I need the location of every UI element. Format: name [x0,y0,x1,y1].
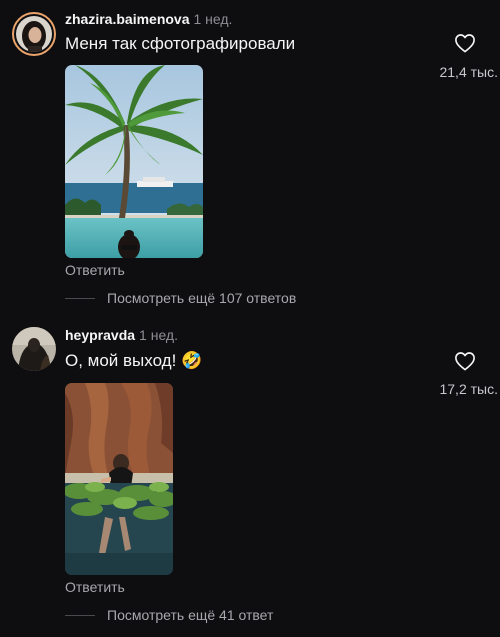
like-count: 21,4 тыс. [439,64,498,80]
avatar[interactable] [12,12,56,56]
reply-button[interactable]: Ответить [65,579,125,595]
view-replies-button[interactable]: Посмотреть ещё 107 ответов [65,290,296,306]
heart-icon[interactable] [454,33,476,53]
reply-button[interactable]: Ответить [65,262,125,278]
divider [65,614,95,616]
comment-text-body: О, мой выход! [65,351,177,370]
comment-text: Меня так сфотографировали [65,34,296,53]
comment-photo[interactable] [65,65,203,258]
divider [65,297,95,299]
comment-meta: heypravda 1 нед. [65,327,178,343]
heart-icon[interactable] [454,351,476,371]
like-count: 17,2 тыс. [439,381,498,397]
comment-item: zhazira.baimenova 1 нед. Меня так сфотогр… [0,0,500,318]
comment-item: heypravda 1 нед. О, мой выход! 🤣 17,2 тыс… [0,318,500,637]
avatar[interactable] [12,327,56,371]
rofl-emoji: 🤣 [181,351,203,370]
comment-meta: zhazira.baimenova 1 нед. [65,11,232,27]
view-replies-label: Посмотреть ещё 107 ответов [107,290,297,306]
view-replies-label: Посмотреть ещё 41 ответ [107,607,274,623]
comment-text: О, мой выход! 🤣 [65,351,202,371]
view-replies-button[interactable]: Посмотреть ещё 41 ответ [65,607,273,623]
timestamp: 1 нед. [193,11,233,27]
comment-photo[interactable] [65,383,173,575]
username[interactable]: heypravda [65,327,135,343]
username[interactable]: zhazira.baimenova [65,11,190,27]
timestamp: 1 нед. [139,327,178,343]
